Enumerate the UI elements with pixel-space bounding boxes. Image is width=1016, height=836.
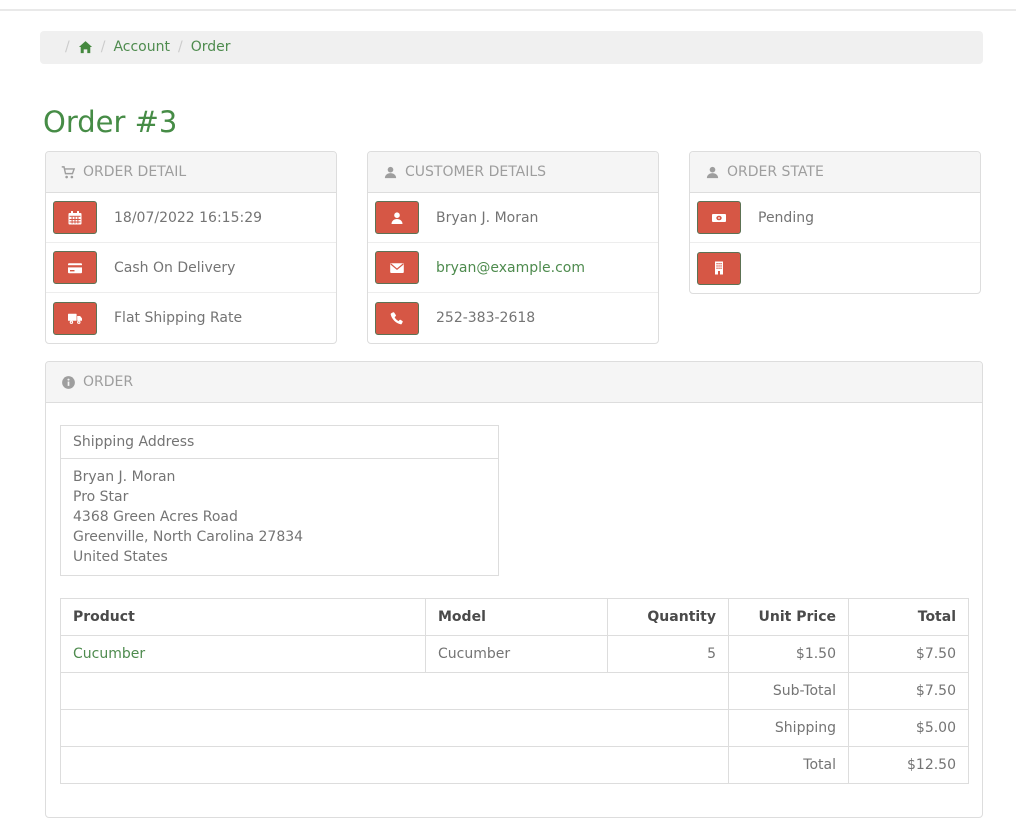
subtotal-row: Sub-Total $7.50 [61, 673, 969, 710]
order-status-row: Pending [690, 193, 980, 243]
grand-total-row: Total $12.50 [61, 747, 969, 784]
address-line: 4368 Green Acres Road [73, 507, 486, 527]
breadcrumb-account-link[interactable]: Account [113, 38, 170, 57]
breadcrumb-separator: / [65, 38, 70, 57]
panel-title: ORDER DETAIL [83, 162, 186, 182]
order-panel-body: Shipping Address Bryan J. Moran Pro Star… [46, 403, 982, 817]
shipping-address-table: Shipping Address Bryan J. Moran Pro Star… [60, 425, 499, 576]
shipping-method-text: Flat Shipping Rate [114, 310, 242, 326]
product-unit-price-cell: $1.50 [729, 636, 849, 673]
order-state-panel-body: Pending [690, 193, 980, 293]
shipping-address-cell: Bryan J. Moran Pro Star 4368 Green Acres… [61, 459, 499, 576]
spacer-cell [61, 673, 729, 710]
truck-icon [53, 302, 97, 335]
order-products-table: Product Model Quantity Unit Price Total … [60, 598, 969, 784]
panel-title: ORDER [83, 372, 133, 392]
breadcrumb: / / Account / Order [40, 31, 983, 64]
home-icon [78, 40, 93, 55]
breadcrumb-separator: / [178, 38, 183, 57]
customer-phone-text: 252-383-2618 [436, 310, 535, 326]
user-icon [705, 165, 720, 180]
customer-name-row: Bryan J. Moran [368, 193, 658, 243]
address-line: Bryan J. Moran [73, 467, 486, 487]
user-icon [375, 201, 419, 234]
order-panel: ORDER Shipping Address Bryan J. Moran Pr… [45, 361, 983, 818]
breadcrumb-order-link[interactable]: Order [191, 38, 231, 57]
product-total-cell: $7.50 [849, 636, 969, 673]
page-container: / / Account / Order Order #3 ORDER DETAI… [40, 31, 983, 818]
order-detail-panel: ORDER DETAIL 18/07/2022 16:15:29 Cash On… [45, 151, 337, 344]
customer-name-text: Bryan J. Moran [436, 210, 538, 226]
panel-title: ORDER STATE [727, 162, 824, 182]
shipping-address-header: Shipping Address [61, 426, 499, 459]
shipping-value: $5.00 [849, 710, 969, 747]
phone-icon [375, 302, 419, 335]
column-header-quantity: Quantity [608, 599, 729, 636]
shipping-method-row: Flat Shipping Rate [46, 293, 336, 343]
page-title: Order #3 [43, 106, 983, 139]
breadcrumb-separator: / [101, 38, 106, 57]
order-state-panel-header: ORDER STATE [690, 152, 980, 193]
order-detail-panel-body: 18/07/2022 16:15:29 Cash On Delivery Fla… [46, 193, 336, 343]
banknote-icon [697, 201, 741, 234]
address-line: Greenville, North Carolina 27834 [73, 527, 486, 547]
column-header-product: Product [61, 599, 426, 636]
column-header-model: Model [426, 599, 608, 636]
page-top-border [0, 0, 1016, 11]
credit-card-icon [53, 251, 97, 284]
address-line: United States [73, 547, 486, 567]
product-quantity-cell: 5 [608, 636, 729, 673]
order-date-text: 18/07/2022 16:15:29 [114, 210, 262, 226]
spacer-cell [61, 747, 729, 784]
product-row: Cucumber Cucumber 5 $1.50 $7.50 [61, 636, 969, 673]
info-panels-row: ORDER DETAIL 18/07/2022 16:15:29 Cash On… [45, 151, 983, 344]
payment-method-row: Cash On Delivery [46, 243, 336, 293]
shipping-label: Shipping [729, 710, 849, 747]
order-date-row: 18/07/2022 16:15:29 [46, 193, 336, 243]
panel-title: CUSTOMER DETAILS [405, 162, 546, 182]
address-line: Pro Star [73, 487, 486, 507]
order-status-text: Pending [758, 210, 814, 226]
order-panel-header: ORDER [46, 362, 982, 403]
order-state-panel: ORDER STATE Pending [689, 151, 981, 294]
product-link[interactable]: Cucumber [73, 646, 145, 662]
product-model-cell: Cucumber [426, 636, 608, 673]
building-icon [697, 252, 741, 285]
subtotal-label: Sub-Total [729, 673, 849, 710]
total-value: $12.50 [849, 747, 969, 784]
customer-details-panel: CUSTOMER DETAILS Bryan J. Moran bryan@ex… [367, 151, 659, 344]
order-detail-panel-header: ORDER DETAIL [46, 152, 336, 193]
subtotal-value: $7.50 [849, 673, 969, 710]
calendar-icon [53, 201, 97, 234]
order-invoice-row [690, 243, 980, 293]
customer-email-row: bryan@example.com [368, 243, 658, 293]
info-icon [61, 375, 76, 390]
breadcrumb-home-link[interactable] [78, 40, 93, 55]
user-icon [383, 165, 398, 180]
column-header-unit-price: Unit Price [729, 599, 849, 636]
total-label: Total [729, 747, 849, 784]
products-header-row: Product Model Quantity Unit Price Total [61, 599, 969, 636]
column-header-total: Total [849, 599, 969, 636]
spacer-cell [61, 710, 729, 747]
customer-phone-row: 252-383-2618 [368, 293, 658, 343]
customer-details-panel-header: CUSTOMER DETAILS [368, 152, 658, 193]
cart-icon [61, 165, 76, 180]
customer-details-panel-body: Bryan J. Moran bryan@example.com 252-383… [368, 193, 658, 343]
payment-method-text: Cash On Delivery [114, 260, 235, 276]
customer-email-link[interactable]: bryan@example.com [436, 260, 585, 276]
shipping-total-row: Shipping $5.00 [61, 710, 969, 747]
product-name-cell: Cucumber [61, 636, 426, 673]
envelope-icon [375, 251, 419, 284]
